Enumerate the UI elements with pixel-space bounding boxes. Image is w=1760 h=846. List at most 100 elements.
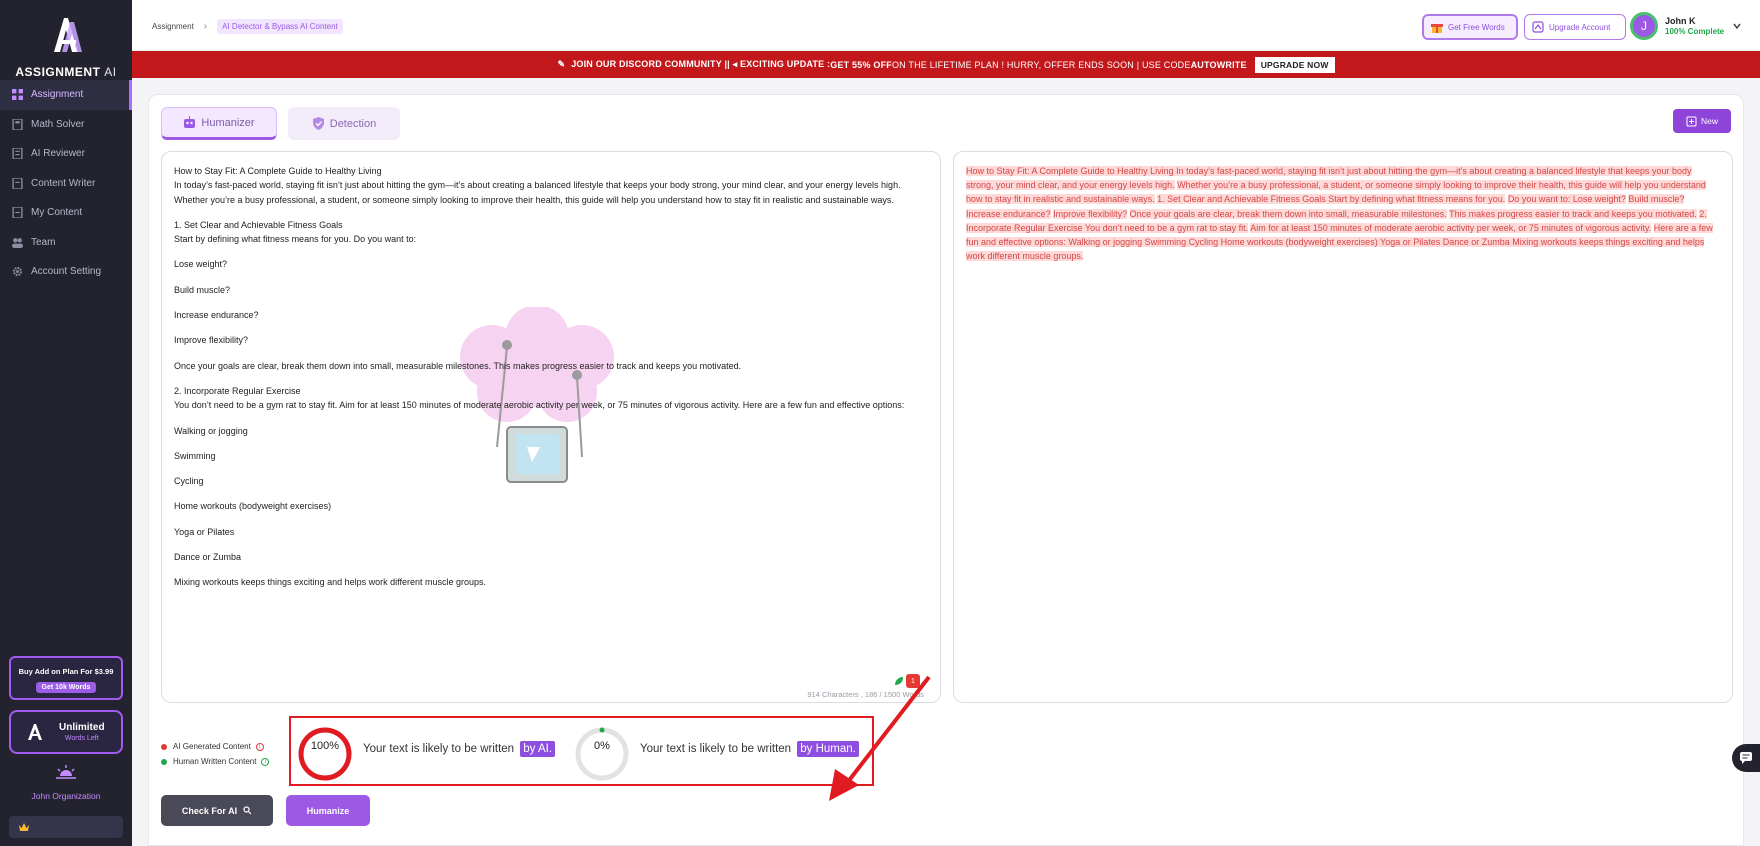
brand-name: ASSIGNMENT [15, 65, 101, 79]
info-icon[interactable]: i [255, 742, 264, 751]
plus-icon [1686, 116, 1697, 126]
main-card: Humanizer Detection New How to Stay Fit:… [148, 94, 1744, 846]
sidebar-item-ai-reviewer[interactable]: AI Reviewer [0, 139, 132, 169]
sidebar-item-label: Math Solver [31, 118, 85, 130]
sidebar-item-account-setting[interactable]: Account Setting [0, 257, 132, 287]
editor-paragraph: Mixing workouts keeps things exciting an… [174, 577, 486, 588]
humanize-button[interactable]: Humanize [286, 795, 370, 826]
editor-paragraph: Walking or jogging [174, 425, 248, 436]
breadcrumb-item[interactable]: Assignment [152, 22, 194, 31]
ai-highlighted-sentence[interactable]: Aim for at least 150 minutes of moderate… [1250, 222, 1652, 233]
highlighted-output: How to Stay Fit: A Complete Guide to Hea… [966, 164, 1720, 263]
editor-paragraph: 1. Set Clear and Achievable Fitness Goal… [174, 219, 417, 245]
check-for-ai-button[interactable]: Check For AI [161, 795, 273, 826]
grid-icon [12, 89, 23, 101]
discord-icon: ✎ [557, 59, 566, 69]
editor-paragraph: How to Stay Fit: A Complete Guide to Hea… [174, 166, 901, 205]
promo-code: AUTOWRITE [1190, 59, 1247, 70]
ai-highlighted-sentence[interactable]: Do you want to: Lose weight? [1507, 194, 1626, 205]
user-menu[interactable]: J John K 100% Complete [1630, 12, 1742, 40]
promo-title: Buy Add on Plan For $3.99 [18, 667, 114, 676]
input-editor[interactable]: How to Stay Fit: A Complete Guide to Hea… [161, 151, 941, 703]
sidebar-item-label: Assignment [31, 89, 84, 101]
ai-highlighted-sentence[interactable]: Build muscle? [1628, 194, 1685, 205]
editor-tools: 1 [894, 674, 928, 688]
team-icon [12, 237, 23, 248]
ai-highlighted-sentence[interactable]: This makes progress easier to track and … [1449, 208, 1697, 219]
gear-icon [12, 266, 23, 277]
sidebar-nav: Assignment Math Solver AI Reviewer Conte… [0, 80, 132, 287]
human-score-sentence: Your text is likely to be written [640, 743, 795, 755]
banner-text-c: ON THE LIFETIME PLAN ! HURRY, OFFER ENDS… [891, 59, 1191, 70]
green-dot-icon [161, 758, 167, 765]
brand-logo[interactable]: ASSIGNMENT AI [0, 14, 132, 79]
tab-humanizer-label: Humanizer [201, 116, 255, 129]
addon-promo[interactable]: Buy Add on Plan For $3.99 Get 10k Words [9, 656, 123, 700]
chevron-down-icon[interactable] [1732, 21, 1742, 31]
check-for-ai-label: Check For AI [181, 805, 238, 816]
ai-score-text: Your text is likely to be written by AI. [363, 741, 556, 757]
tab-detection[interactable]: Detection [288, 107, 400, 140]
chat-button[interactable] [1732, 744, 1760, 772]
editor-paragraph: 2. Incorporate Regular Exercise You don’… [174, 385, 905, 411]
sidebar-item-label: Team [31, 236, 56, 248]
legend-ai-label: AI Generated Content [173, 742, 251, 751]
sidebar-item-content-writer[interactable]: Content Writer [0, 169, 132, 199]
sidebar: ASSIGNMENT AI Assignment Math Solver AI … [0, 0, 132, 846]
new-label: New [1700, 116, 1718, 126]
banner-text-b: GET 55% OFF [830, 59, 892, 70]
upgrade-now-button[interactable]: UPGRADE NOW [1254, 56, 1335, 73]
legend-human-label: Human Written Content [173, 757, 257, 766]
resize-handle-icon[interactable] [920, 677, 928, 685]
folder-icon [12, 207, 23, 219]
avatar[interactable]: J [1630, 12, 1658, 40]
ai-highlighted-sentence[interactable]: Once your goals are clear, break them do… [1129, 208, 1447, 219]
breadcrumb: Assignment › AI Detector & Bypass AI Con… [152, 19, 343, 34]
editor-paragraph: Dance or Zumba [174, 552, 242, 563]
shield-icon [312, 117, 324, 130]
tab-detection-label: Detection [329, 117, 377, 130]
human-score-value: 0% [594, 740, 610, 752]
chat-icon [1740, 752, 1752, 764]
leaf-icon[interactable] [894, 676, 904, 686]
get-free-words-button[interactable]: Get Free Words [1422, 14, 1518, 40]
human-score-tag: by Human. [797, 741, 859, 757]
character-word-count: 914 Characters , 186 / 1500 Words [807, 690, 924, 699]
plan-card: Unlimited Words Left [9, 710, 123, 754]
organization[interactable]: John Organization [0, 764, 132, 801]
new-button[interactable]: New [1673, 109, 1731, 133]
sidebar-item-math-solver[interactable]: Math Solver [0, 110, 132, 140]
editor-content[interactable]: How to Stay Fit: A Complete Guide to Hea… [174, 164, 930, 601]
sidebar-item-team[interactable]: Team [0, 228, 132, 258]
brand-suffix: AI [104, 65, 117, 79]
plan-bar[interactable] [9, 816, 123, 838]
upgrade-account-label: Upgrade Account [1549, 22, 1611, 32]
editor-paragraph: Yoga or Pilates [174, 526, 235, 537]
sidebar-item-label: My Content [31, 207, 83, 219]
ai-highlighted-sentence[interactable]: Increase endurance? [966, 208, 1051, 219]
ai-score-value: 100% [310, 740, 340, 752]
logo-icon [54, 18, 82, 52]
get-free-words-label: Get Free Words [1448, 22, 1505, 32]
document-icon [12, 148, 23, 160]
editor-paragraph: Cycling [174, 476, 204, 487]
ai-highlighted-sentence[interactable]: 1. Set Clear and Achievable Fitness Goal… [1157, 194, 1506, 205]
breadcrumb-current: AI Detector & Bypass AI Content [217, 19, 343, 34]
issue-count-badge[interactable]: 1 [906, 674, 920, 688]
organization-name: John Organization [31, 791, 101, 801]
get-10k-words-button[interactable]: Get 10k Words [35, 682, 97, 693]
search-icon [243, 806, 252, 815]
plan-title: Unlimited [59, 722, 105, 733]
ai-highlighted-sentence[interactable]: Improve flexibility? [1053, 208, 1128, 219]
robot-icon [184, 116, 196, 128]
editor-paragraph: Lose weight? [174, 259, 228, 270]
legend: AI Generated Content i Human Written Con… [161, 739, 270, 769]
editor-paragraph: Increase endurance? [174, 310, 259, 321]
sidebar-item-assignment[interactable]: Assignment [0, 80, 132, 110]
tab-humanizer[interactable]: Humanizer [161, 107, 277, 140]
info-icon[interactable]: i [261, 757, 270, 766]
upgrade-account-button[interactable]: Upgrade Account [1524, 14, 1626, 40]
gift-icon [1431, 24, 1443, 33]
sidebar-item-my-content[interactable]: My Content [0, 198, 132, 228]
chevron-right-icon: › [203, 21, 208, 32]
